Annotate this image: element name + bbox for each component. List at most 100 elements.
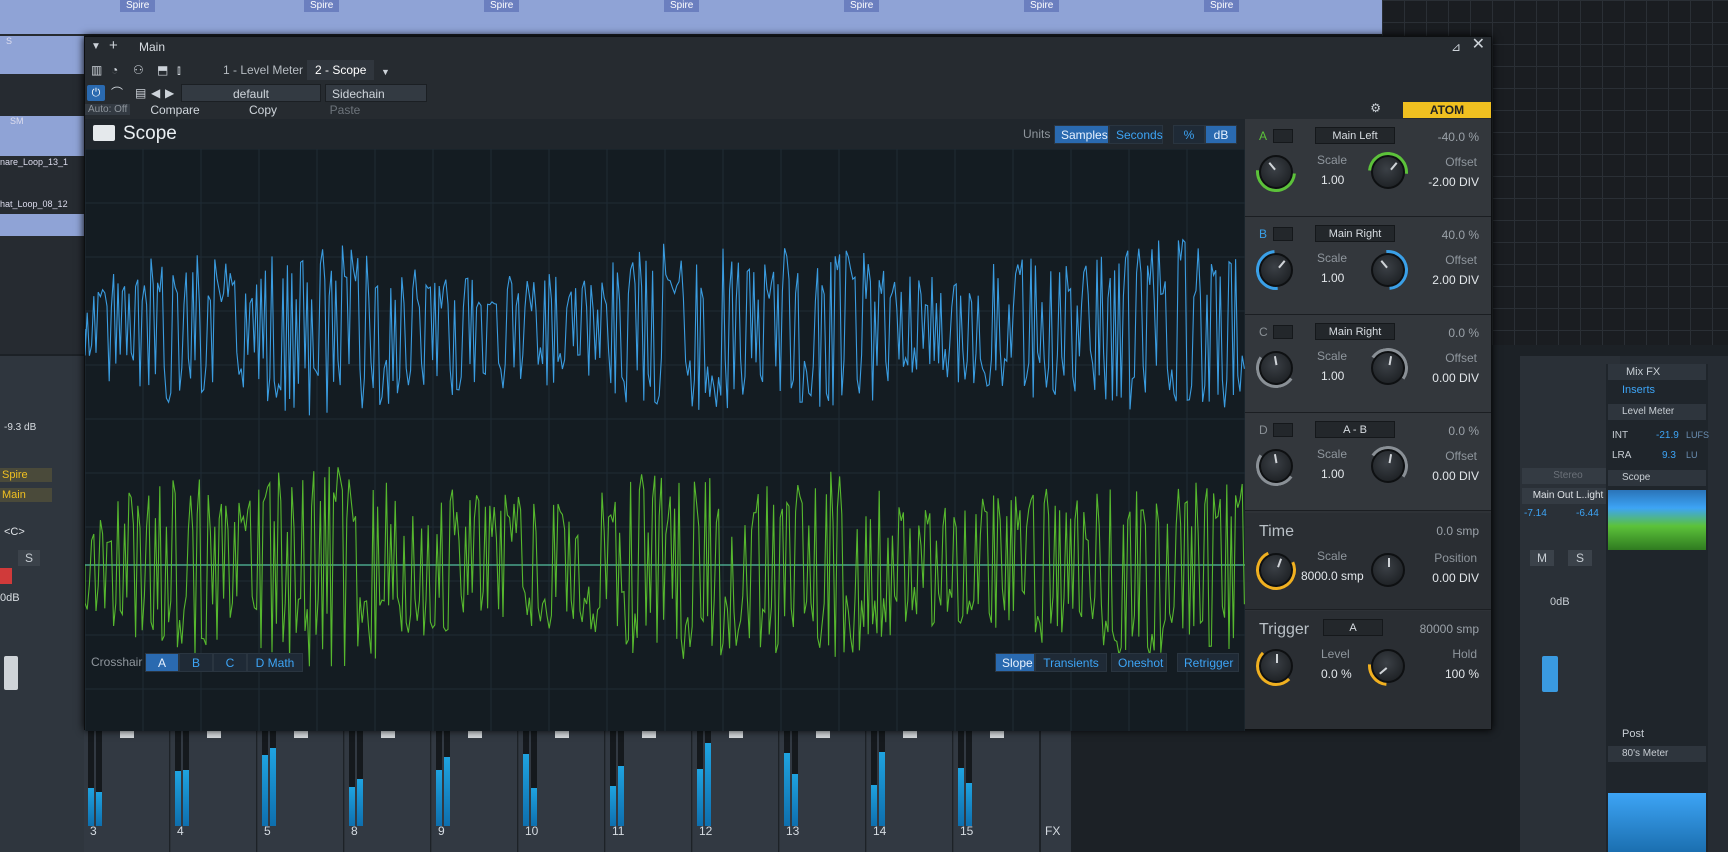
mixer-strip-selected[interactable]: -9.3 dB Spire Main <C> S 0dB (0, 356, 84, 852)
channel-source-select[interactable]: Main Right (1315, 225, 1395, 242)
clip-label[interactable]: Spire (304, 0, 340, 12)
strip-insert[interactable]: Spire (0, 468, 52, 482)
insert-scope[interactable]: Scope (1608, 470, 1706, 486)
sidechain-button[interactable]: Sidechain (325, 84, 427, 102)
auto-off-label[interactable]: Auto: Off (85, 104, 131, 115)
channel-enable-toggle[interactable] (1273, 423, 1293, 437)
insert-80s-meter[interactable]: 80's Meter (1608, 746, 1706, 762)
mixer-strip[interactable]: 3 (84, 726, 170, 852)
transients-button[interactable]: Transients (1035, 653, 1107, 672)
mixer-strip[interactable]: 9 (432, 726, 518, 852)
clip-label[interactable]: Spire (664, 0, 700, 12)
next-preset-icon[interactable]: ▶ (165, 86, 174, 100)
clip-label[interactable]: Spire (120, 0, 156, 12)
prev-preset-icon[interactable]: ◀ (151, 86, 160, 100)
crosshair-b-button[interactable]: B (179, 653, 213, 672)
oneshot-button[interactable]: Oneshot (1111, 653, 1167, 672)
copy-button[interactable]: Copy (223, 101, 303, 119)
units-seconds-button[interactable]: Seconds (1109, 125, 1163, 144)
arrangement-track-lane[interactable]: Spire Spire Spire Spire Spire Spire Spir… (0, 0, 1382, 34)
master-strip[interactable]: Stereo Main Out L..ight -7.14 -6.44 M S … (1520, 356, 1620, 852)
mixer-strip[interactable]: 12 (693, 726, 779, 852)
atom-label[interactable]: ATOM (1403, 102, 1491, 118)
retrigger-button[interactable]: Retrigger (1177, 653, 1239, 672)
strip-output[interactable]: Main (0, 488, 52, 502)
pin-icon[interactable]: ⊿ (1451, 40, 1461, 54)
mixer-strip[interactable]: 5 (258, 726, 344, 852)
crosshair-c-button[interactable]: C (213, 653, 247, 672)
clip-label[interactable]: Spire (484, 0, 520, 12)
master-output[interactable]: Main Out L..ight (1522, 488, 1614, 504)
clip-label[interactable]: Spire (1204, 0, 1240, 12)
volume-fader[interactable] (4, 656, 18, 690)
channel-letter[interactable]: B (1259, 227, 1267, 241)
trigger-level-knob[interactable] (1256, 646, 1296, 686)
preset-select[interactable]: default (181, 84, 321, 102)
channel-enable-toggle[interactable] (1273, 129, 1293, 143)
offset-knob[interactable] (1364, 344, 1412, 392)
inserts-label[interactable]: Inserts (1608, 384, 1655, 396)
fx-strip[interactable]: FX (1041, 726, 1071, 852)
mixer-strip[interactable]: 10 (519, 726, 605, 852)
channel-enable-toggle[interactable] (1273, 325, 1293, 339)
chevron-down-icon[interactable]: ▼ (381, 65, 390, 79)
db-button[interactable]: dB (1205, 125, 1237, 144)
clip-label[interactable]: Spire (1024, 0, 1060, 12)
mixer-strip[interactable]: 8 (345, 726, 431, 852)
crosshair-a-button[interactable]: A (145, 653, 179, 672)
chevron-down-icon[interactable]: ▼ (91, 40, 101, 54)
channel-enable-toggle[interactable] (1273, 227, 1293, 241)
time-scale-knob[interactable] (1250, 544, 1302, 596)
channel-source-select[interactable]: Main Left (1315, 127, 1395, 144)
power-icon[interactable]: ⏻ (87, 85, 105, 101)
units-samples-button[interactable]: Samples (1054, 125, 1109, 144)
mix-fx-select[interactable]: Mix FX (1608, 364, 1706, 380)
master-fader[interactable] (1542, 656, 1558, 692)
channel-source-select[interactable]: A - B (1315, 421, 1395, 438)
automation-icon[interactable]: ⌒ (111, 86, 123, 100)
gear-icon[interactable]: ⚙ (1370, 101, 1381, 115)
mixer-strip[interactable]: 4 (171, 726, 257, 852)
channel-source-select[interactable]: Main Right (1315, 323, 1395, 340)
tab-scope[interactable]: 2 - Scope (307, 60, 375, 80)
stereo-button[interactable]: Stereo (1522, 468, 1614, 484)
clip[interactable] (0, 214, 84, 236)
insert-level-meter[interactable]: Level Meter (1608, 404, 1706, 420)
add-icon[interactable]: + (109, 38, 118, 53)
trigger-hold-knob[interactable] (1359, 637, 1417, 695)
percent-button[interactable]: % (1173, 125, 1205, 144)
routing-icon[interactable]: ⚇ (133, 63, 144, 77)
mixer-strip[interactable]: 14 (867, 726, 953, 852)
master-mute-button[interactable]: M (1530, 550, 1554, 566)
offset-knob[interactable] (1359, 143, 1417, 201)
offset-knob[interactable] (1364, 442, 1412, 490)
master-solo-button[interactable]: S (1568, 550, 1592, 566)
solo-button[interactable]: S (18, 550, 40, 566)
scale-knob[interactable] (1247, 241, 1305, 299)
offset-knob[interactable] (1359, 241, 1417, 299)
channel-letter[interactable]: A (1259, 129, 1267, 143)
compare-button[interactable]: Compare (131, 101, 219, 119)
paste-button[interactable]: Paste (305, 101, 385, 119)
scale-knob[interactable] (1252, 344, 1300, 392)
window-titlebar[interactable]: ▼ + Main ⊿ ✕ (85, 37, 1491, 57)
channel-icon[interactable]: ◔ (111, 63, 118, 77)
scope-display[interactable] (85, 149, 1245, 731)
preset-icon[interactable]: ▤ (135, 86, 146, 100)
scale-knob[interactable] (1247, 143, 1305, 201)
fader-icon[interactable]: ⫾ (177, 63, 181, 77)
trigger-source-select[interactable]: A (1323, 619, 1383, 636)
scale-knob[interactable] (1252, 442, 1300, 490)
mixer-strip[interactable]: 13 (780, 726, 866, 852)
channel-letter[interactable]: C (1259, 325, 1268, 339)
crosshair-dmath-button[interactable]: D Math (247, 653, 303, 672)
clip-label[interactable]: Spire (844, 0, 880, 12)
post-label[interactable]: Post (1608, 728, 1644, 740)
mixer-icon[interactable]: ▥ (91, 63, 102, 77)
insert-icon[interactable]: ⬒ (157, 63, 168, 77)
channel-letter[interactable]: D (1259, 423, 1268, 437)
arrangement-left-clips[interactable]: S SM nare_Loop_13_1 hat_Loop_08_12 (0, 34, 84, 354)
strip-pan[interactable]: <C> (4, 526, 25, 538)
slope-button[interactable]: Slope (995, 653, 1035, 672)
close-icon[interactable]: ✕ (1472, 37, 1485, 53)
